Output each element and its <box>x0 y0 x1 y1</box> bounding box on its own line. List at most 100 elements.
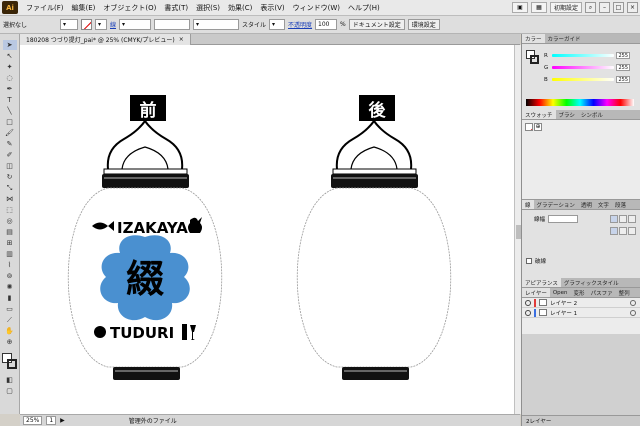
blob-brush-tool-icon[interactable]: ✐ <box>3 150 17 160</box>
layer-name[interactable]: レイヤー 2 <box>550 299 577 307</box>
layer-row[interactable]: レイヤー 2 <box>522 298 640 308</box>
workspace-select[interactable]: 初期設定 <box>549 2 582 13</box>
brush-definition[interactable]: ▾ <box>193 19 240 30</box>
hand-tool-icon[interactable]: ✋ <box>3 326 17 336</box>
rotate-tool-icon[interactable]: ↻ <box>3 172 17 182</box>
rectangle-tool-icon[interactable]: □ <box>3 117 17 127</box>
registration-swatch-icon[interactable]: ⊕ <box>534 123 542 131</box>
layer-target-icon[interactable] <box>630 299 636 306</box>
round-cap-icon[interactable] <box>619 215 627 223</box>
width-tool-icon[interactable]: ⋈ <box>3 194 17 204</box>
preferences-button[interactable]: 環境設定 <box>407 19 440 30</box>
tab-layers[interactable]: レイヤー <box>522 288 550 297</box>
tab-appearance[interactable]: アピアランス <box>522 278 561 287</box>
stroke-weight-input[interactable]: ▾ <box>119 19 152 30</box>
magic-wand-tool-icon[interactable]: ✦ <box>3 62 17 72</box>
tab-transparency[interactable]: 透明 <box>578 200 595 209</box>
arrange-documents-icon[interactable]: ▦ <box>530 2 547 13</box>
opacity-label[interactable]: 不透明度 <box>288 20 312 29</box>
tab-graphic-styles[interactable]: グラフィックスタイル <box>561 278 622 287</box>
minimize-icon[interactable]: – <box>599 2 610 13</box>
menu-select[interactable]: 選択(S) <box>192 0 224 16</box>
color-fill-stroke[interactable] <box>526 50 540 64</box>
search-icon[interactable]: ⌕ <box>585 2 596 13</box>
column-graph-tool-icon[interactable]: ▮ <box>3 293 17 303</box>
color-mode-icon[interactable]: ◧ <box>3 375 17 385</box>
stroke-label[interactable]: 線 <box>110 20 116 29</box>
fill-stroke-indicator[interactable] <box>1 353 18 371</box>
color-spectrum[interactable] <box>526 99 634 106</box>
tab-symbols[interactable]: シンボル <box>578 110 606 119</box>
close-icon[interactable]: × <box>627 2 638 13</box>
butt-cap-icon[interactable] <box>610 215 618 223</box>
slice-tool-icon[interactable]: ⟋ <box>3 315 17 325</box>
artboard-canvas[interactable]: 前 後 IZAKAYA 綴 TUDURI <box>20 45 514 414</box>
tab-paragraph[interactable]: 段落 <box>612 200 629 209</box>
direct-selection-tool-icon[interactable]: ↖ <box>3 51 17 61</box>
layer-target-icon[interactable] <box>630 309 636 316</box>
paintbrush-tool-icon[interactable]: 🖌 <box>3 128 17 138</box>
tab-open[interactable]: Open <box>550 288 571 297</box>
shape-builder-tool-icon[interactable]: ◎ <box>3 216 17 226</box>
stroke-dropdown[interactable]: ▾ <box>95 19 107 30</box>
artboard-tool-icon[interactable]: ▭ <box>3 304 17 314</box>
stroke-width-input[interactable] <box>548 215 579 223</box>
menu-file[interactable]: ファイル(F) <box>22 0 68 16</box>
document-tab[interactable]: 180208 つづり提灯_pai* @ 25% (CMYK/プレビュー) × <box>20 33 191 45</box>
line-tool-icon[interactable]: ╲ <box>3 106 17 116</box>
visibility-eye-icon[interactable] <box>525 299 531 306</box>
lasso-tool-icon[interactable]: ◌ <box>3 73 17 83</box>
layer-name[interactable]: レイヤー 1 <box>550 309 577 317</box>
bevel-join-icon[interactable] <box>628 227 636 235</box>
zoom-tool-icon[interactable]: ⊕ <box>3 337 17 347</box>
screen-mode-icon[interactable]: ▢ <box>3 386 17 396</box>
menu-type[interactable]: 書式(T) <box>160 0 192 16</box>
visibility-eye-icon[interactable] <box>525 309 531 316</box>
menu-effect[interactable]: 効果(C) <box>224 0 256 16</box>
perspective-grid-tool-icon[interactable]: ▤ <box>3 227 17 237</box>
blue-slider[interactable]: B 255 <box>544 76 630 83</box>
green-value[interactable]: 255 <box>616 64 630 71</box>
maximize-icon[interactable]: □ <box>613 2 624 13</box>
eraser-tool-icon[interactable]: ◫ <box>3 161 17 171</box>
none-swatch[interactable] <box>525 123 533 131</box>
tab-transform[interactable]: 変形 <box>571 288 588 297</box>
pencil-tool-icon[interactable]: ✎ <box>3 139 17 149</box>
status-info-text[interactable]: 管理外のファイル <box>129 416 177 425</box>
symbol-sprayer-tool-icon[interactable]: ✺ <box>3 282 17 292</box>
tab-gradient[interactable]: グラデーション <box>534 200 578 209</box>
type-tool-icon[interactable]: T <box>3 95 17 105</box>
red-value[interactable]: 255 <box>616 52 630 59</box>
bridge-icon[interactable]: ▣ <box>511 2 528 13</box>
next-artboard-icon[interactable]: ▶ <box>60 417 65 424</box>
tab-color[interactable]: カラー <box>522 34 545 43</box>
dashed-line-checkbox[interactable] <box>526 258 532 264</box>
tab-pathfinder[interactable]: パスファ <box>588 288 616 297</box>
document-setup-button[interactable]: ドキュメント設定 <box>348 19 405 30</box>
variable-width-profile[interactable] <box>154 19 191 30</box>
blue-value[interactable]: 255 <box>616 76 630 83</box>
canvas-vertical-scrollbar[interactable] <box>514 45 521 414</box>
menu-edit[interactable]: 編集(E) <box>68 0 100 16</box>
gradient-tool-icon[interactable]: ▥ <box>3 249 17 259</box>
layer-row[interactable]: レイヤー 1 <box>522 308 640 318</box>
eyedropper-tool-icon[interactable]: ⌇ <box>3 260 17 270</box>
menu-object[interactable]: オブジェクト(O) <box>99 0 160 16</box>
fill-swatch[interactable]: ▾ <box>60 19 78 30</box>
free-transform-tool-icon[interactable]: ⬚ <box>3 205 17 215</box>
round-join-icon[interactable] <box>619 227 627 235</box>
close-document-icon[interactable]: × <box>179 36 184 43</box>
green-slider[interactable]: G 255 <box>544 64 630 71</box>
zoom-level-field[interactable]: 25% <box>23 416 43 425</box>
tab-swatches[interactable]: スウォッチ <box>522 110 556 119</box>
red-slider[interactable]: R 255 <box>544 52 630 59</box>
menu-window[interactable]: ウィンドウ(W) <box>289 0 344 16</box>
stroke-none-swatch[interactable] <box>81 19 92 30</box>
artboard-navigation[interactable]: 1 <box>46 416 57 425</box>
projecting-cap-icon[interactable] <box>628 215 636 223</box>
menu-help[interactable]: ヘルプ(H) <box>344 0 384 16</box>
tab-character[interactable]: 文字 <box>595 200 612 209</box>
tab-color-guide[interactable]: カラーガイド <box>545 34 584 43</box>
menu-view[interactable]: 表示(V) <box>256 0 288 16</box>
mesh-tool-icon[interactable]: ⊞ <box>3 238 17 248</box>
